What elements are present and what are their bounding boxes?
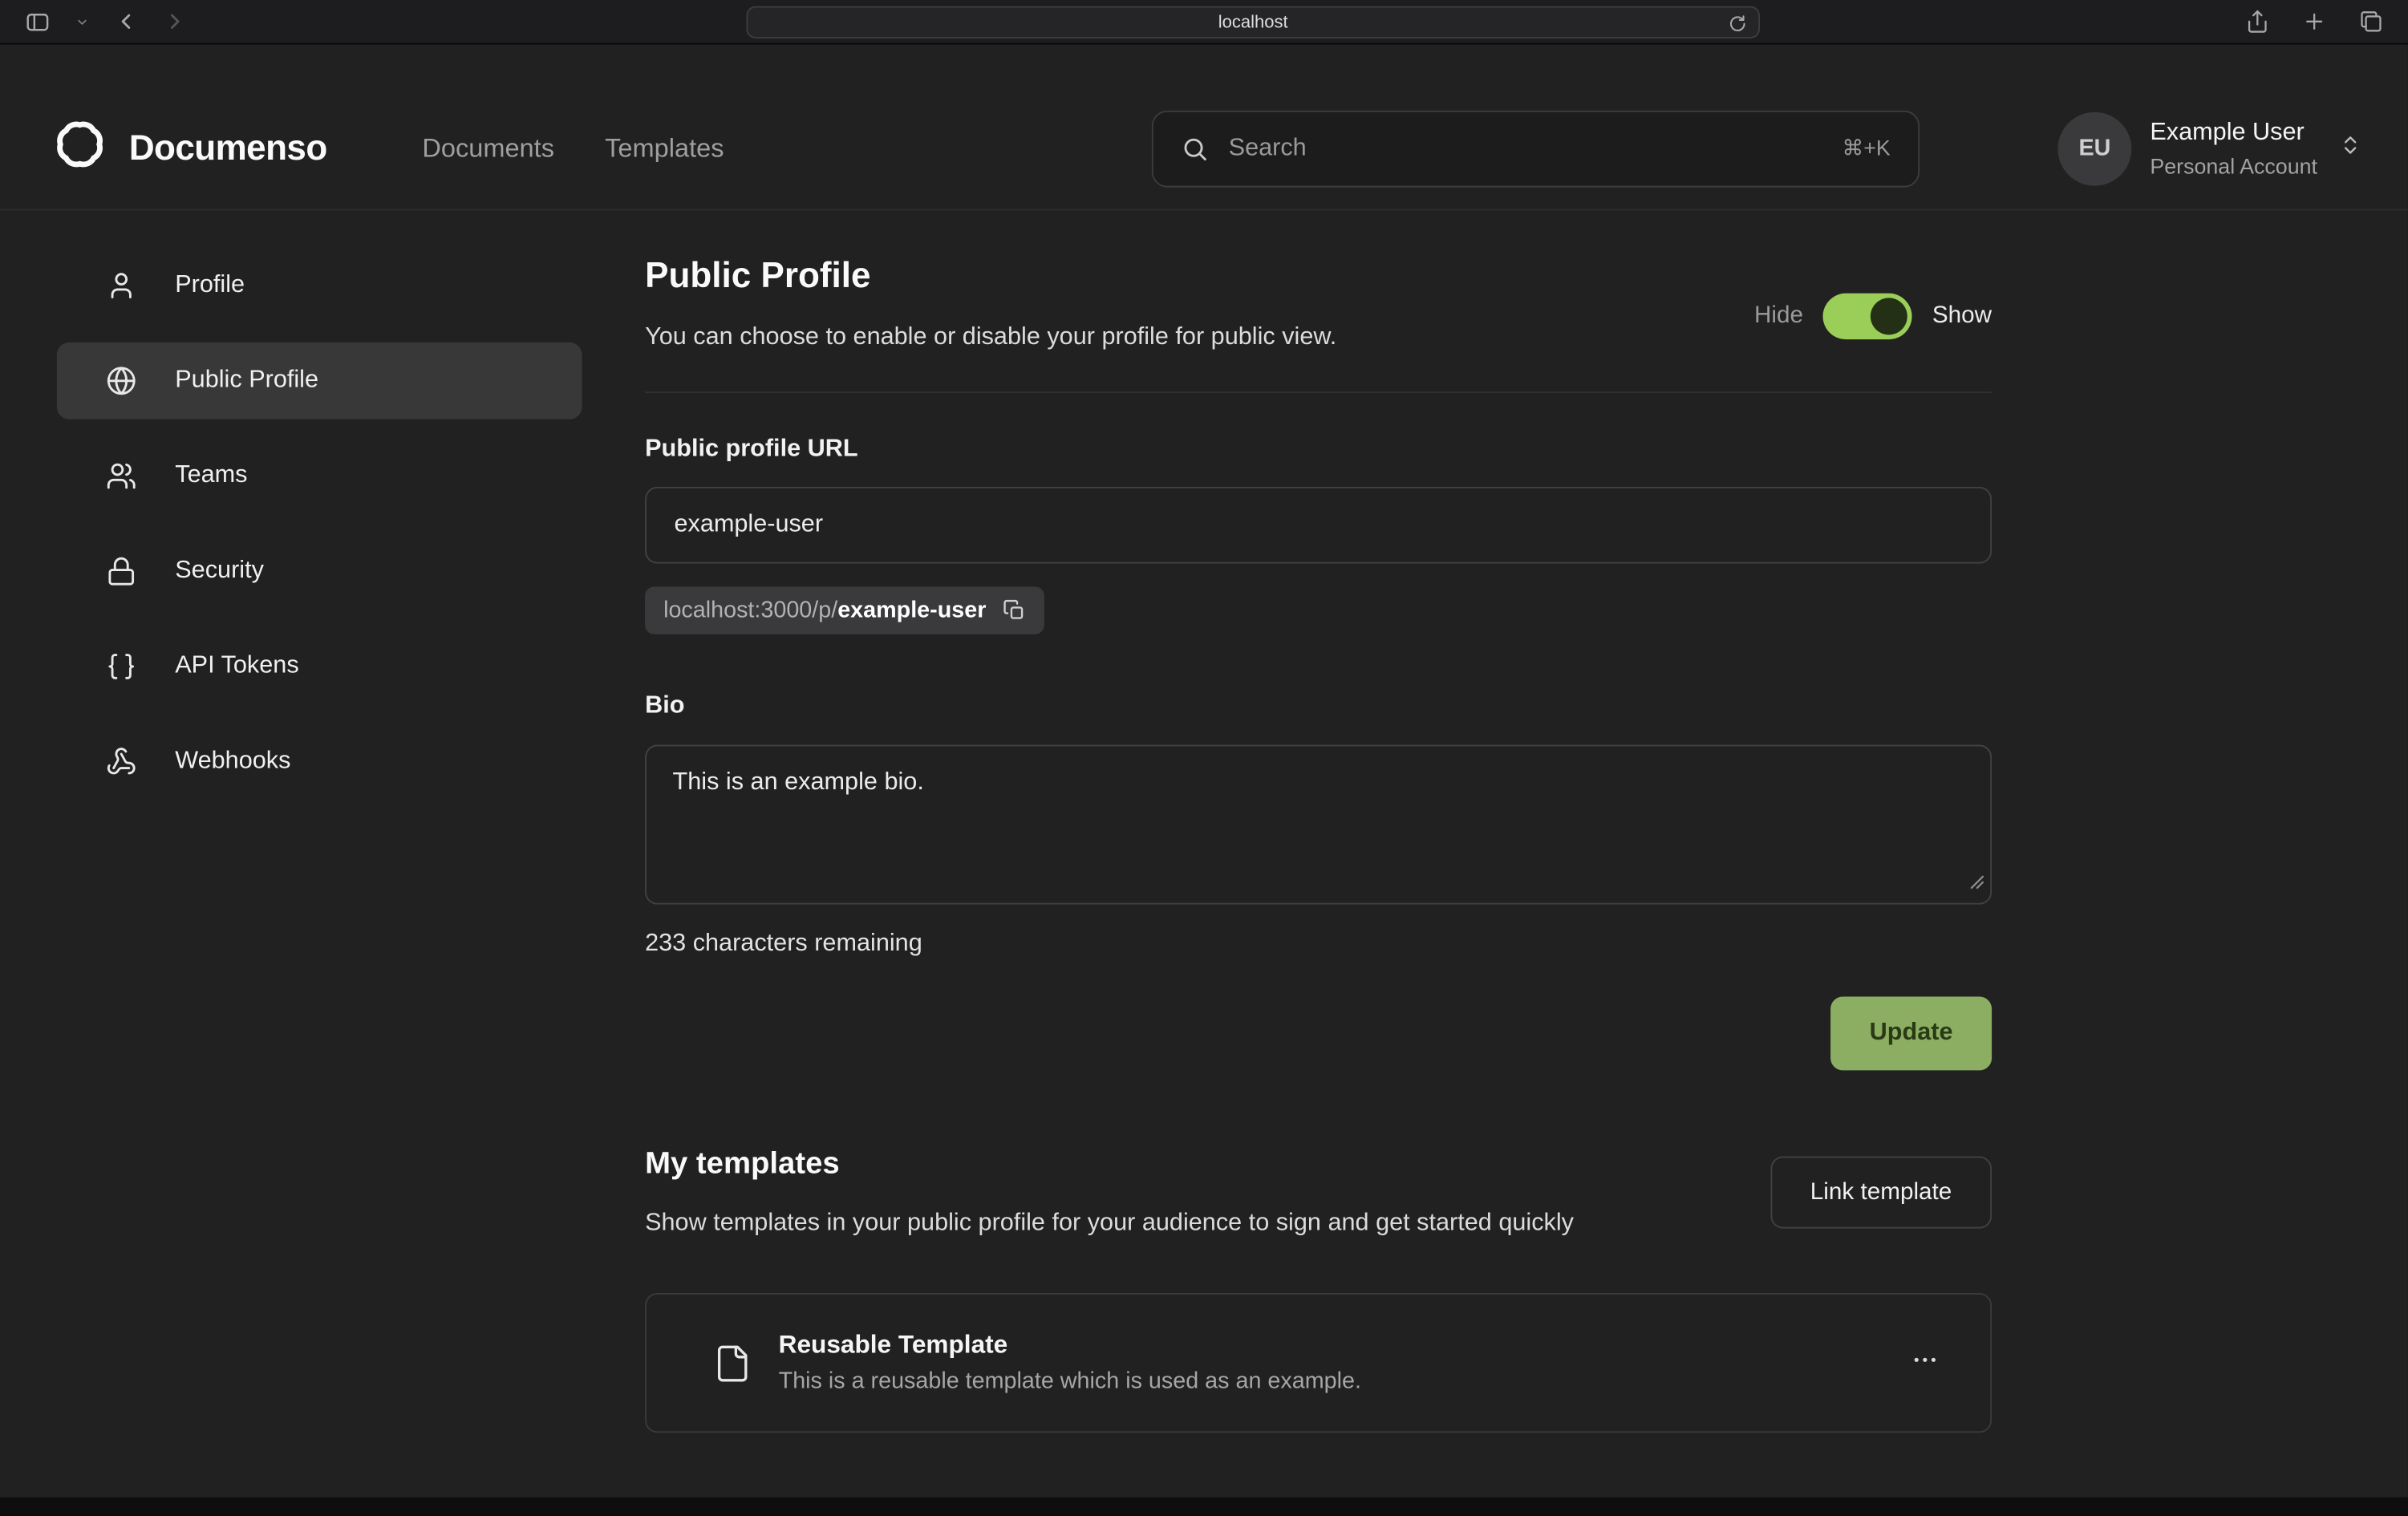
sidebar-item-teams[interactable]: Teams bbox=[57, 438, 582, 515]
template-menu-ellipsis-icon[interactable] bbox=[1898, 1332, 1952, 1394]
nav-documents[interactable]: Documents bbox=[422, 133, 554, 164]
bio-textarea[interactable]: This is an example bio. bbox=[645, 745, 1992, 905]
sidebar-item-label: Public Profile bbox=[175, 367, 318, 395]
global-search[interactable]: ⌘+K bbox=[1152, 110, 1920, 187]
lock-icon bbox=[106, 556, 136, 586]
sidebar-item-public-profile[interactable]: Public Profile bbox=[57, 343, 582, 420]
search-input[interactable] bbox=[1229, 135, 1822, 162]
sidebar-item-api-tokens[interactable]: API Tokens bbox=[57, 628, 582, 705]
sidebar-toggle-icon[interactable] bbox=[25, 9, 51, 35]
file-icon bbox=[712, 1343, 752, 1383]
sidebar-item-label: Teams bbox=[175, 462, 247, 489]
tab-overview-icon[interactable] bbox=[2359, 9, 2384, 34]
chevron-down-icon[interactable] bbox=[75, 14, 89, 28]
avatar: EU bbox=[2057, 111, 2131, 185]
page-title: Public Profile bbox=[645, 253, 1336, 297]
documenso-logo-icon bbox=[51, 116, 109, 181]
search-shortcut: ⌘+K bbox=[1842, 135, 1890, 161]
toggle-show-label: Show bbox=[1932, 302, 1992, 329]
new-tab-icon[interactable] bbox=[2302, 9, 2327, 34]
account-type: Personal Account bbox=[2150, 154, 2317, 176]
users-icon bbox=[106, 460, 136, 491]
browser-toolbar: localhost bbox=[0, 0, 2408, 45]
user-icon bbox=[106, 270, 136, 301]
sidebar-item-label: Profile bbox=[175, 272, 245, 299]
public-profile-settings: Public Profile You can choose to enable … bbox=[645, 210, 1992, 1433]
refresh-icon[interactable] bbox=[1728, 13, 1748, 33]
public-profile-url-input[interactable] bbox=[645, 487, 1992, 564]
section-divider bbox=[645, 391, 1992, 393]
profile-url-slug: example-user bbox=[837, 598, 986, 624]
sidebar-item-label: Webhooks bbox=[175, 748, 290, 775]
app-body: Profile Public Profile Teams Security AP… bbox=[0, 210, 2408, 1433]
globe-icon bbox=[106, 366, 136, 396]
brand-logo[interactable]: Documenso bbox=[51, 116, 326, 181]
braces-icon bbox=[106, 651, 136, 682]
bio-field-label: Bio bbox=[645, 691, 1992, 720]
forward-icon[interactable] bbox=[163, 9, 188, 34]
page-subtitle: You can choose to enable or disable your… bbox=[645, 321, 1336, 353]
toggle-knob bbox=[1871, 297, 1907, 334]
address-bar-url: localhost bbox=[1218, 13, 1288, 31]
sidebar-item-webhooks[interactable]: Webhooks bbox=[57, 724, 582, 801]
update-button[interactable]: Update bbox=[1830, 997, 1992, 1071]
template-description: This is a reusable template which is use… bbox=[779, 1367, 1361, 1396]
my-templates-title: My templates bbox=[645, 1144, 1574, 1184]
sidebar-item-profile[interactable]: Profile bbox=[57, 247, 582, 324]
app-header: Documenso Documents Templates ⌘+K EU Exa… bbox=[0, 45, 2408, 211]
address-bar[interactable]: localhost bbox=[746, 6, 1760, 39]
brand-name: Documenso bbox=[129, 128, 327, 169]
resize-handle-icon[interactable] bbox=[1968, 871, 1985, 898]
search-icon bbox=[1181, 135, 1208, 162]
profile-visibility-toggle[interactable] bbox=[1823, 293, 1912, 338]
window-bottom-edge bbox=[0, 1498, 2408, 1516]
sidebar-item-label: Security bbox=[175, 557, 264, 585]
account-menu[interactable]: EU Example User Personal Account bbox=[2057, 111, 2361, 185]
settings-sidebar: Profile Public Profile Teams Security AP… bbox=[0, 210, 582, 1433]
account-name: Example User bbox=[2150, 120, 2317, 145]
main-nav: Documents Templates bbox=[422, 133, 724, 164]
template-card: Reusable Template This is a reusable tem… bbox=[645, 1293, 1992, 1433]
template-name: Reusable Template bbox=[779, 1330, 1361, 1362]
profile-url-prefix: localhost:3000/p/ bbox=[663, 598, 837, 624]
link-template-button[interactable]: Link template bbox=[1770, 1157, 1992, 1229]
toggle-hide-label: Hide bbox=[1754, 302, 1803, 329]
sidebar-item-label: API Tokens bbox=[175, 653, 298, 680]
characters-remaining: 233 characters remaining bbox=[645, 929, 1992, 958]
profile-url-preview[interactable]: localhost:3000/p/example-user bbox=[645, 586, 1044, 634]
browser-window: localhost Documenso bbox=[0, 0, 2408, 1516]
webhook-icon bbox=[106, 746, 136, 776]
profile-visibility-toggle-group: Hide Show bbox=[1754, 278, 1992, 354]
sidebar-item-security[interactable]: Security bbox=[57, 533, 582, 610]
chevrons-up-down-icon bbox=[2339, 133, 2362, 164]
copy-icon[interactable] bbox=[1003, 599, 1026, 622]
url-field-label: Public profile URL bbox=[645, 435, 1992, 464]
nav-templates[interactable]: Templates bbox=[605, 133, 724, 164]
back-icon[interactable] bbox=[114, 9, 139, 34]
my-templates-description: Show templates in your public profile fo… bbox=[645, 1204, 1574, 1244]
share-icon[interactable] bbox=[2245, 9, 2270, 34]
